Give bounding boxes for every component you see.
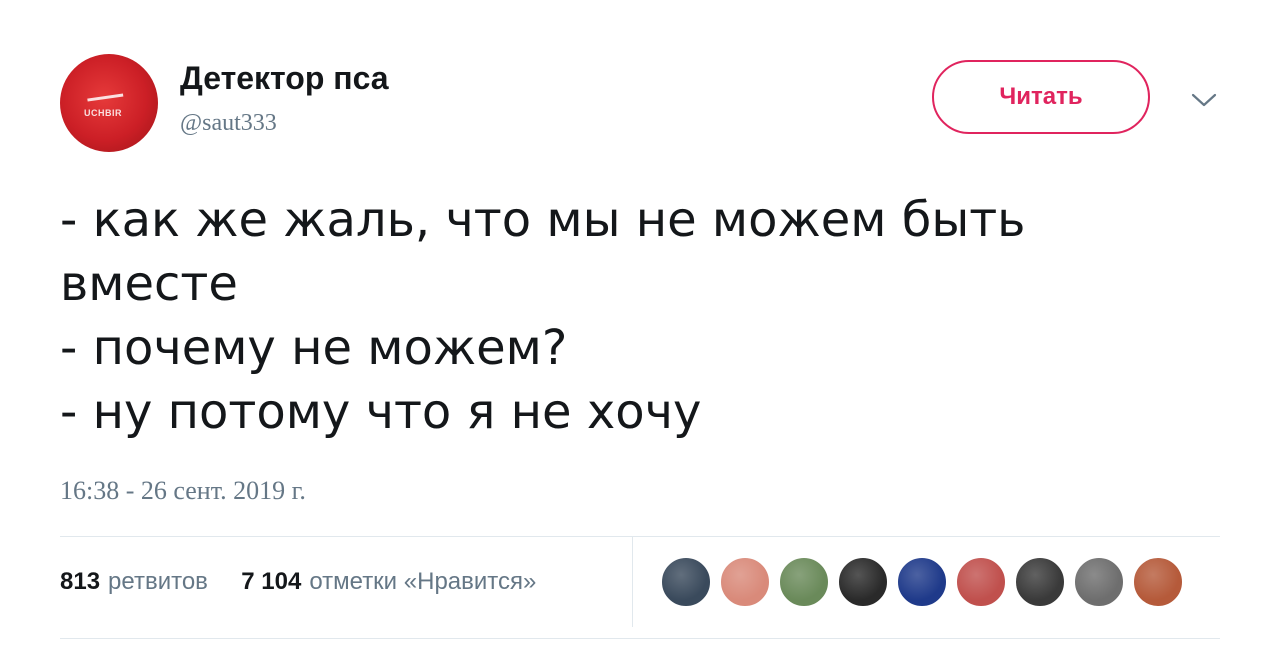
liker-avatar-2[interactable]: [719, 556, 771, 608]
divider: [632, 537, 633, 627]
retweets-count: 813: [60, 568, 101, 595]
liker-avatar-7[interactable]: [1014, 556, 1066, 608]
divider: [60, 638, 1220, 639]
likes-count: 7 104: [241, 568, 302, 595]
tweet-text: - как же жаль, что мы не можем быть вмес…: [60, 188, 1220, 444]
liker-avatar-1[interactable]: [660, 556, 712, 608]
chevron-down-icon[interactable]: [1190, 90, 1218, 110]
tweet-timestamp[interactable]: 16:38 - 26 сент. 2019 г.: [60, 476, 306, 506]
divider: [60, 536, 1220, 537]
retweets-stat[interactable]: 813 ретвитов: [60, 568, 215, 595]
follow-button[interactable]: Читать: [932, 60, 1150, 134]
liker-avatar-3[interactable]: [778, 556, 830, 608]
likes-stat[interactable]: 7 104 отметки «Нравится»: [241, 568, 536, 595]
tweet-line: вместе: [60, 256, 238, 312]
liker-avatar-6[interactable]: [955, 556, 1007, 608]
retweets-label: ретвитов: [108, 568, 208, 595]
avatar-shirt-text: UCHBIR: [84, 108, 122, 118]
user-handle[interactable]: @saut333: [180, 110, 277, 137]
display-name[interactable]: Детектор пса: [180, 60, 389, 97]
liker-avatar-9[interactable]: [1132, 556, 1184, 608]
liker-avatar-8[interactable]: [1073, 556, 1125, 608]
tweet-line: - почему не можем?: [60, 320, 568, 376]
tweet-line: - ну потому что я не хочу: [60, 384, 702, 440]
avatar[interactable]: UCHBIR: [60, 54, 158, 152]
likes-label: отметки «Нравится»: [309, 568, 537, 595]
liker-avatar-5[interactable]: [896, 556, 948, 608]
liker-avatar-4[interactable]: [837, 556, 889, 608]
tweet-stats: 813 ретвитов 7 104 отметки «Нравится»: [60, 568, 536, 596]
tweet-line: - как же жаль, что мы не можем быть: [60, 192, 1026, 248]
